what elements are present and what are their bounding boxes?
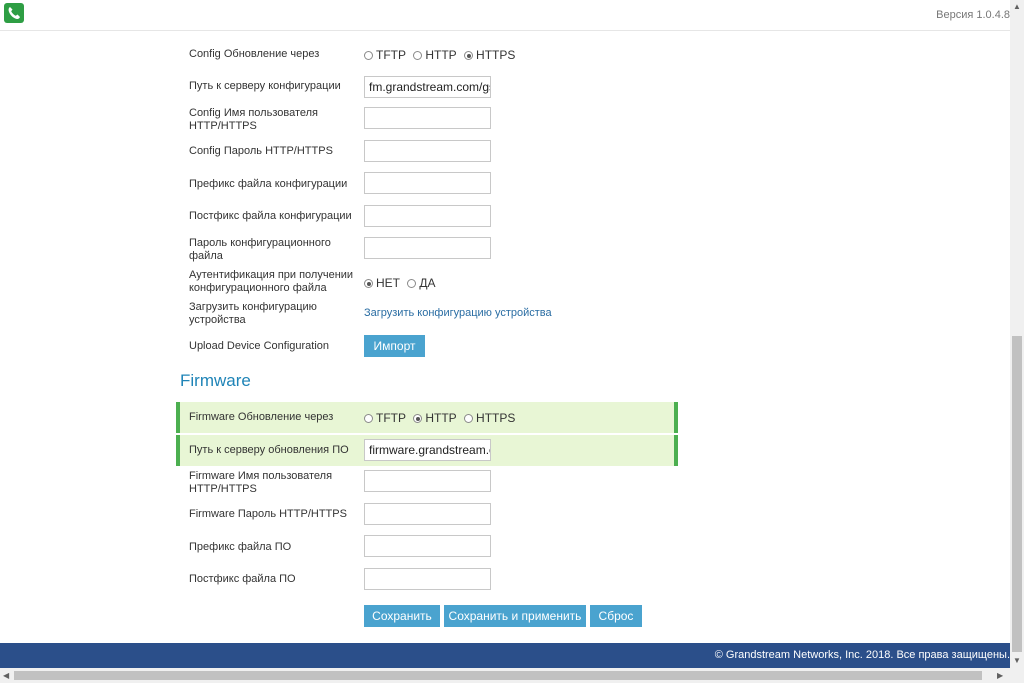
firmware-postfix-label: Постфикс файла ПО <box>189 573 296 585</box>
config-upgrade-via-row: Config Обновление через TFTP HTTP HTTPS <box>176 46 678 64</box>
firmware-upgrade-via-label: Firmware Обновление через <box>189 411 334 423</box>
config-server-path-input[interactable]: fm.grandstream.com/gs <box>364 76 491 98</box>
firmware-server-path-label: Путь к серверу обновления ПО <box>189 444 349 456</box>
download-config-link[interactable]: Загрузить конфигурацию устройства <box>364 307 552 319</box>
firmware-radio-https[interactable]: HTTPS <box>464 411 515 425</box>
save-button[interactable]: Сохранить <box>364 605 440 627</box>
firmware-password-row: Firmware Пароль HTTP/HTTPS <box>176 503 678 527</box>
config-username-row: Config Имя пользователя HTTP/HTTPS <box>176 107 678 133</box>
config-file-password-input[interactable] <box>364 237 491 259</box>
config-prefix-row: Префикс файла конфигурации <box>176 172 678 196</box>
config-prefix-input[interactable] <box>364 172 491 194</box>
config-auth-radios: НЕТ ДА <box>364 276 439 290</box>
firmware-prefix-row: Префикс файла ПО <box>176 535 678 559</box>
config-download-row: Загрузить конфигурацию устройства Загруз… <box>176 301 678 327</box>
scroll-right-arrow-icon[interactable]: ▶ <box>997 671 1003 680</box>
top-bar: Версия 1.0.4.8 <box>0 0 1010 31</box>
firmware-prefix-label: Префикс файла ПО <box>189 541 292 553</box>
firmware-password-input[interactable] <box>364 503 491 525</box>
config-radio-http[interactable]: HTTP <box>413 48 457 62</box>
config-upload-label: Upload Device Configuration <box>189 340 330 352</box>
vertical-scrollbar[interactable]: ▲ ▼ <box>1010 0 1024 668</box>
config-password-label: Config Пароль HTTP/HTTPS <box>189 145 333 157</box>
config-radio-tftp[interactable]: TFTP <box>364 48 406 62</box>
vertical-scrollbar-thumb[interactable] <box>1012 336 1022 652</box>
config-password-row: Config Пароль HTTP/HTTPS <box>176 140 678 164</box>
config-username-label: Config Имя пользователя HTTP/HTTPS <box>189 107 318 132</box>
firmware-username-row: Firmware Имя пользователя HTTP/HTTPS <box>176 470 678 496</box>
firmware-server-path-row: Путь к серверу обновления ПО firmware.gr… <box>176 435 678 466</box>
firmware-prefix-input[interactable] <box>364 535 491 557</box>
auth-radio-yes[interactable]: ДА <box>407 276 435 290</box>
firmware-upgrade-via-row: Firmware Обновление через TFTP HTTP HTTP… <box>176 402 678 433</box>
config-server-path-row: Путь к серверу конфигурации fm.grandstre… <box>176 76 678 100</box>
firmware-username-input[interactable] <box>364 470 491 492</box>
firmware-radio-tftp[interactable]: TFTP <box>364 411 406 425</box>
horizontal-scrollbar-thumb[interactable] <box>14 671 982 680</box>
footer: © Grandstream Networks, Inc. 2018. Все п… <box>0 643 1010 668</box>
config-upload-row: Upload Device Configuration Импорт <box>176 335 678 359</box>
config-password-input[interactable] <box>364 140 491 162</box>
config-server-path-label: Путь к серверу конфигурации <box>189 80 341 92</box>
firmware-username-label: Firmware Имя пользователя HTTP/HTTPS <box>189 470 333 495</box>
import-button[interactable]: Импорт <box>364 335 425 357</box>
scroll-down-arrow-icon[interactable]: ▼ <box>1013 656 1021 665</box>
config-file-password-label: Пароль конфигурационного файла <box>189 237 331 262</box>
config-file-password-row: Пароль конфигурационного файла <box>176 237 678 263</box>
firmware-postfix-row: Постфикс файла ПО <box>176 568 678 592</box>
auth-radio-no[interactable]: НЕТ <box>364 276 400 290</box>
config-auth-row: Аутентификация при получении конфигураци… <box>176 269 678 295</box>
firmware-server-path-input[interactable]: firmware.grandstream.com <box>364 439 491 461</box>
config-download-label: Загрузить конфигурацию устройства <box>189 301 317 326</box>
config-upgrade-via-radios: TFTP HTTP HTTPS <box>364 48 519 62</box>
copyright-text: © Grandstream Networks, Inc. 2018. Все п… <box>714 649 1010 661</box>
config-auth-label: Аутентификация при получении конфигураци… <box>189 269 354 294</box>
config-postfix-input[interactable] <box>364 205 491 227</box>
reset-button[interactable]: Сброс <box>590 605 642 627</box>
config-upgrade-via-label: Config Обновление через <box>189 48 320 60</box>
firmware-radio-http[interactable]: HTTP <box>413 411 457 425</box>
horizontal-scrollbar[interactable]: ◀ ▶ <box>0 668 1024 683</box>
firmware-password-label: Firmware Пароль HTTP/HTTPS <box>189 508 347 520</box>
firmware-postfix-input[interactable] <box>364 568 491 590</box>
config-radio-https[interactable]: HTTPS <box>464 48 515 62</box>
config-postfix-label: Постфикс файла конфигурации <box>189 210 352 222</box>
config-username-input[interactable] <box>364 107 491 129</box>
firmware-section-title: Firmware <box>180 371 251 390</box>
version-label: Версия 1.0.4.8 <box>936 9 1010 21</box>
config-postfix-row: Постфикс файла конфигурации <box>176 205 678 229</box>
firmware-upgrade-via-radios: TFTP HTTP HTTPS <box>364 411 519 425</box>
scroll-left-arrow-icon[interactable]: ◀ <box>3 671 9 680</box>
scroll-up-arrow-icon[interactable]: ▲ <box>1013 2 1021 11</box>
config-prefix-label: Префикс файла конфигурации <box>189 178 348 190</box>
save-apply-button[interactable]: Сохранить и применить <box>444 605 586 627</box>
phone-handset-icon[interactable] <box>4 3 24 23</box>
